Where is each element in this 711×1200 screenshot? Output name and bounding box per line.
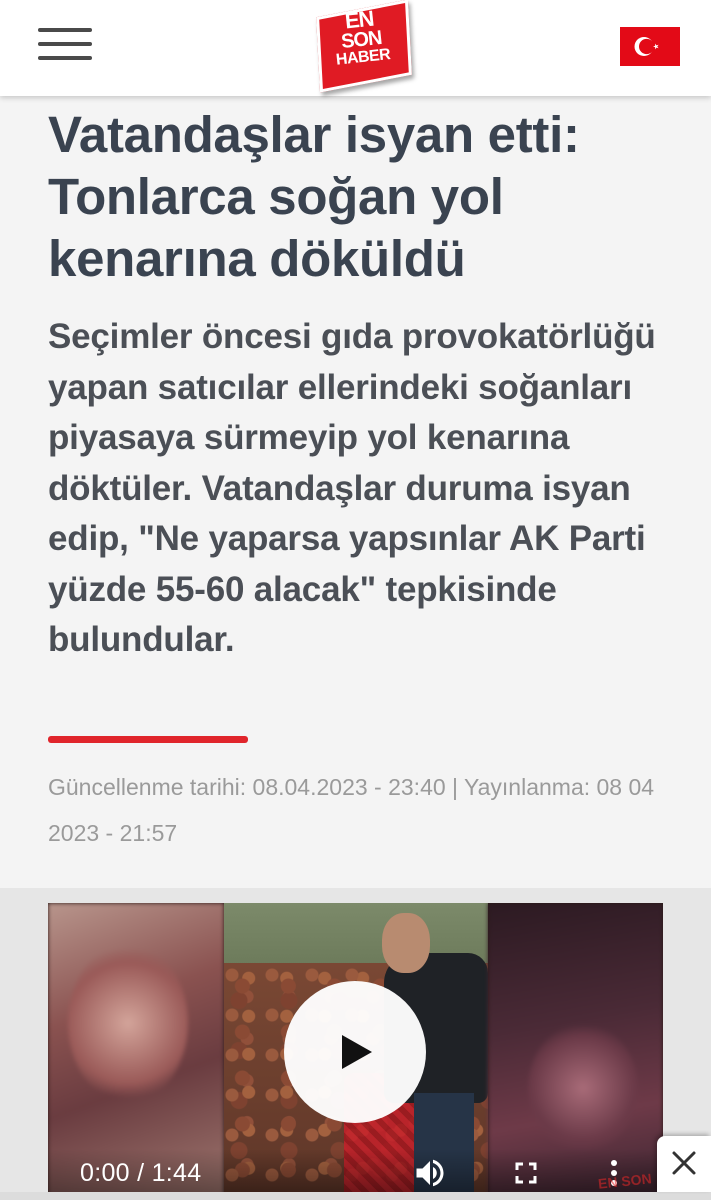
bottom-strip: [0, 1192, 711, 1200]
video-player[interactable]: 0:00 / 1:44 EN SON: [48, 903, 663, 1200]
man-head: [382, 913, 430, 973]
play-icon[interactable]: [284, 981, 426, 1123]
close-glyph: [672, 1151, 696, 1175]
flag-emblem: [634, 37, 659, 56]
logo-text: EN SON HABER: [309, 5, 412, 70]
publish-dates: Güncellenme tarihi: 08.04.2023 - 23:40 |…: [48, 774, 655, 846]
accent-divider: [48, 736, 248, 743]
menu-line: [38, 28, 92, 32]
volume-glyph: [416, 1159, 444, 1187]
play-triangle: [342, 1035, 372, 1069]
close-icon[interactable]: [657, 1136, 711, 1192]
article-headline: Vatandaşlar isyan etti: Tonlarca soğan y…: [48, 106, 580, 287]
video-time: 0:00 / 1:44: [80, 1159, 202, 1187]
turkey-flag-icon[interactable]: [620, 27, 680, 66]
video-section: 0:00 / 1:44 EN SON: [0, 888, 711, 1200]
fullscreen-glyph: [515, 1162, 537, 1184]
hamburger-menu-icon[interactable]: [38, 28, 92, 64]
site-logo[interactable]: EN SON HABER: [309, 0, 412, 93]
volume-icon[interactable]: [412, 1155, 448, 1191]
fullscreen-icon[interactable]: [508, 1155, 544, 1191]
article-summary: Seçimler öncesi gıda provokatörlüğü yapa…: [48, 317, 656, 659]
menu-line: [38, 56, 92, 60]
site-header: EN SON HABER: [0, 0, 711, 96]
menu-line: [38, 42, 92, 46]
